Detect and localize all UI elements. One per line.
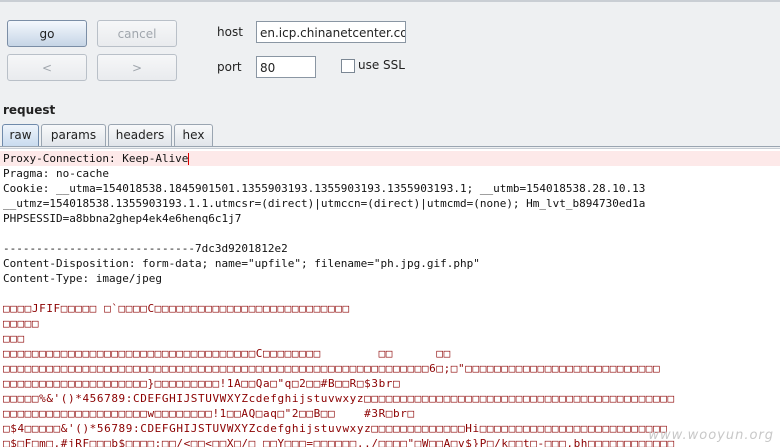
binary-line: □□□: [3, 332, 25, 345]
tab-divider: [0, 146, 780, 147]
binary-line: □□□□□□□□□□□□□□□□□□□□□□□□□□□□□□□□□□□□□□□□…: [3, 362, 661, 375]
host-label: host: [217, 25, 243, 39]
body-line: __utmz=154018538.1355903193.1.1.utmcsr=(…: [3, 197, 646, 210]
tab-raw[interactable]: raw: [2, 124, 39, 146]
body-line: Proxy-Connection: Keep-Alive: [3, 152, 189, 165]
tab-hex[interactable]: hex: [174, 124, 213, 146]
body-line: Content-Disposition: form-data; name="up…: [3, 257, 480, 270]
watermark: www.wooyun.org: [648, 428, 774, 443]
host-input[interactable]: en.icp.chinanetcenter.com: [256, 21, 406, 43]
current-line: Proxy-Connection: Keep-Alive: [0, 151, 780, 166]
binary-line: □□□□□□□□□□□□□□□□□□□□□□□□□□□□□□□□□□□C□□□□…: [3, 347, 451, 360]
use-ssl-checkbox[interactable]: [341, 59, 355, 73]
body-line: PHPSESSID=a8bbna2ghep4ek4e6henq6c1j7: [3, 212, 242, 225]
request-title: request: [3, 103, 56, 117]
go-button[interactable]: go: [7, 20, 87, 47]
request-body-editor[interactable]: Proxy-Connection: Keep-Alive Pragma: no-…: [0, 148, 780, 447]
text-caret: [188, 153, 190, 165]
binary-line: □□□□□: [3, 317, 40, 330]
binary-line: □□□□□%&'()*456789:CDEFGHIJSTUVWXYZcdefgh…: [3, 392, 675, 405]
binary-line: □□□□□□□□□□□□□□□□□□□□}□□□□□□□□□!1A□□Qa□"q…: [3, 377, 401, 390]
back-button[interactable]: <: [7, 54, 87, 81]
binary-line: □$□F□m□,#jRF□□□b$□□□□:□□/<□□<□□X□/□ □□Y□…: [3, 437, 675, 447]
body-line: Content-Type: image/jpeg: [3, 272, 162, 285]
binary-line: □□□□JFIF□□□□□ □`□□□□C□□□□□□□□□□□□□□□□□□□…: [3, 302, 350, 315]
binary-line: □$4□□□□□&'()*56789:CDEFGHIJSTUVWXYZcdefg…: [3, 422, 668, 435]
port-input[interactable]: 80: [256, 56, 316, 78]
cancel-button[interactable]: cancel: [97, 20, 177, 47]
toolbar: go cancel < > host en.icp.chinanetcenter…: [0, 0, 780, 96]
port-label: port: [217, 60, 242, 74]
body-line: Cookie: __utma=154018538.1845901501.1355…: [3, 182, 646, 195]
body-line: Pragma: no-cache: [3, 167, 109, 180]
use-ssl-label: use SSL: [358, 58, 405, 72]
binary-line: □□□□□□□□□□□□□□□□□□□□w□□□□□□□□!1□□AQ□aq□"…: [3, 407, 415, 420]
tab-params[interactable]: params: [41, 124, 106, 146]
body-line: -----------------------------7dc3d920181…: [3, 242, 288, 255]
tab-headers[interactable]: headers: [108, 124, 172, 146]
forward-button[interactable]: >: [97, 54, 177, 81]
